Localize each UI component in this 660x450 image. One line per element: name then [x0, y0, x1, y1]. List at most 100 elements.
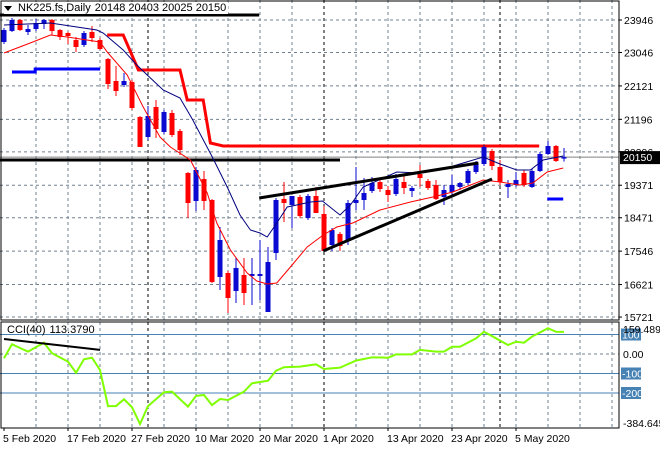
- candle-body: [553, 146, 559, 161]
- cci-axis-label: 0.00: [623, 349, 644, 361]
- candle-body: [1, 30, 7, 43]
- x-tick-label: 20 Mar 2020: [259, 433, 318, 445]
- cci-axis-label: -384.6450: [623, 418, 660, 430]
- bearish-candle: [401, 175, 407, 195]
- price-chart[interactable]: 2394623046221212119620296193711847117546…: [0, 0, 660, 450]
- bullish-candle: [273, 198, 279, 260]
- candle-body: [377, 182, 383, 189]
- cci-panel-frame: [0, 321, 620, 429]
- candle-body: [457, 182, 463, 187]
- bearish-candle: [49, 18, 55, 35]
- x-tick-label: 1 Apr 2020: [323, 433, 374, 445]
- bearish-candle: [297, 195, 303, 218]
- candle-body: [297, 197, 303, 216]
- bullish-candle: [41, 18, 47, 29]
- bullish-candle: [289, 195, 295, 228]
- bearish-candle: [65, 31, 71, 44]
- candle-body: [105, 59, 111, 85]
- bearish-candle: [553, 144, 559, 163]
- candle-body: [529, 171, 535, 187]
- candle-body: [169, 113, 175, 135]
- candle-body: [449, 185, 455, 192]
- candle-body: [177, 130, 183, 151]
- cci-level-label: -100: [622, 369, 643, 381]
- bullish-candle: [1, 27, 7, 44]
- bullish-candle: [545, 140, 551, 156]
- chart-title: NK225.fs,Daily 20148 20403 20025 20150: [4, 2, 229, 14]
- bullish-candle: [257, 240, 263, 300]
- bullish-candle: [353, 166, 359, 211]
- candle-body: [121, 81, 127, 86]
- y-tick-label: 18471: [624, 213, 653, 225]
- candle-body: [393, 179, 399, 195]
- bearish-candle: [225, 271, 231, 314]
- blue-step-line: [12, 67, 100, 74]
- candle-body: [185, 172, 191, 203]
- ohlc-readout: 20148 20403 20025 20150: [94, 2, 227, 14]
- candle-body: [465, 171, 471, 183]
- candle-body: [401, 182, 407, 189]
- bullish-candle: [481, 144, 487, 167]
- bearish-candle: [137, 115, 143, 147]
- y-tick-label: 19371: [624, 180, 653, 192]
- candle-body: [17, 20, 23, 31]
- candle-body: [545, 146, 551, 154]
- bullish-candle: [217, 227, 223, 290]
- x-tick-label: 5 Feb 2020: [3, 433, 56, 445]
- cci-current-value: 113.3790: [49, 324, 95, 336]
- bearish-candle: [417, 165, 423, 187]
- candle-body: [233, 268, 239, 292]
- candle-body: [281, 198, 287, 203]
- candle-body: [289, 195, 295, 205]
- candle-body: [137, 117, 143, 147]
- y-tick-label: 16621: [624, 280, 653, 292]
- bearish-candle: [105, 57, 111, 89]
- bearish-candle: [177, 128, 183, 156]
- bearish-candle: [113, 66, 119, 96]
- x-tick-label: 13 Apr 2020: [387, 433, 444, 445]
- bearish-candle: [169, 110, 175, 138]
- candle-body: [153, 107, 159, 129]
- candle-body: [313, 195, 319, 214]
- candle-body: [521, 172, 527, 186]
- candle-body: [305, 195, 311, 218]
- bullish-candle: [33, 18, 39, 31]
- candle-body: [497, 166, 503, 183]
- candle-body: [409, 188, 415, 192]
- bullish-candle: [145, 105, 151, 141]
- candle-body: [425, 181, 431, 189]
- y-tick-label: 15721: [624, 312, 653, 324]
- bearish-candle: [281, 182, 287, 222]
- bullish-candle: [25, 24, 31, 35]
- candle-body: [481, 146, 487, 164]
- y-tick-label: 17546: [624, 246, 653, 258]
- candle-body: [89, 31, 95, 38]
- x-tick-label: 27 Feb 2020: [131, 433, 190, 445]
- candle-body: [353, 200, 359, 203]
- y-tick-label: 22121: [624, 81, 653, 93]
- bearish-candle: [185, 172, 191, 218]
- bullish-candle: [305, 194, 311, 221]
- bearish-candle: [17, 18, 23, 31]
- bullish-candle: [249, 257, 255, 305]
- candle-body: [505, 184, 511, 187]
- bullish-candle: [529, 169, 535, 189]
- candle-body: [321, 214, 327, 251]
- dropdown-triangle-icon[interactable]: [4, 5, 12, 11]
- bullish-candle: [265, 246, 271, 312]
- cci-axis-label: 159.4893: [623, 324, 660, 336]
- bearish-candle: [385, 185, 391, 202]
- x-tick-label: 17 Feb 2020: [67, 433, 126, 445]
- symbol-label: NK225.fs,Daily: [18, 2, 91, 14]
- bearish-candle: [313, 186, 319, 214]
- bullish-candle: [409, 185, 415, 198]
- bearish-candle: [425, 179, 431, 190]
- candle-body: [257, 273, 263, 276]
- candle-body: [9, 20, 15, 31]
- candle-body: [49, 20, 55, 31]
- x-tick-label: 23 Apr 2020: [451, 433, 508, 445]
- candle-body: [241, 275, 247, 293]
- candle-body: [113, 81, 119, 92]
- candle-body: [161, 111, 167, 132]
- candle-body: [489, 150, 495, 167]
